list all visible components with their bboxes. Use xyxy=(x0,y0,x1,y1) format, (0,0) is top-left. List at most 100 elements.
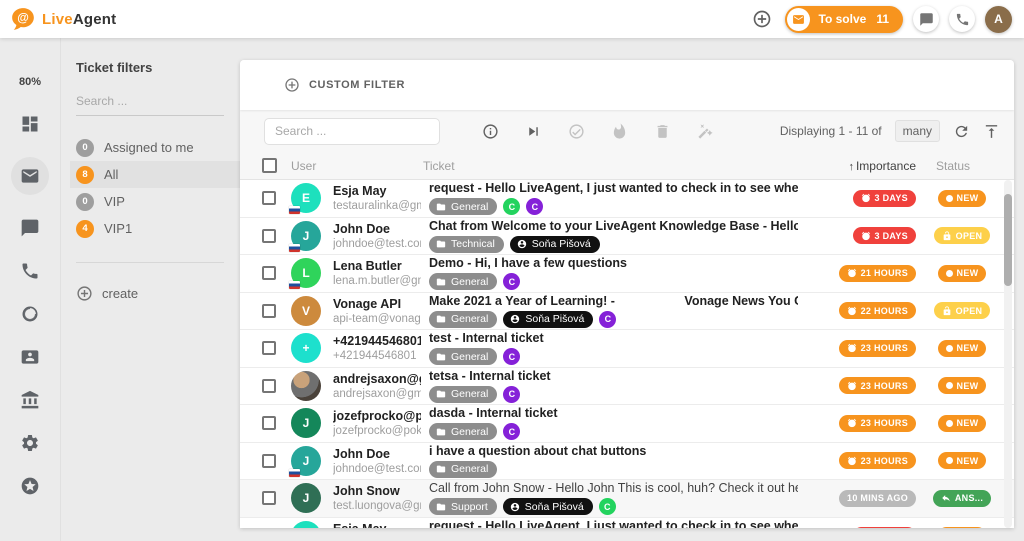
filter-item-assigned-to-me[interactable]: 0 Assigned to me xyxy=(70,134,240,161)
ticket-subject[interactable]: dasda - Internal ticket xyxy=(429,406,798,420)
ticket-row[interactable]: J John Snow test.luongova@gmail... Call … xyxy=(240,480,1014,518)
row-checkbox[interactable] xyxy=(262,454,276,468)
agent-tag: Soňa Pišová xyxy=(503,498,593,515)
sidebar-item-upgrade[interactable] xyxy=(11,476,49,496)
refresh-button[interactable] xyxy=(953,123,970,140)
ticket-row[interactable]: andrejsaxon@gmail.c... andrejsaxon@gmail… xyxy=(240,368,1014,406)
ticket-subject[interactable]: tetsa - Internal ticket xyxy=(429,369,798,383)
agent-avatar[interactable]: A xyxy=(985,6,1012,33)
importance-badge: 23 HOURS xyxy=(839,377,916,394)
avatar: J xyxy=(291,221,321,251)
mark-resolved-button[interactable] xyxy=(568,123,585,140)
custom-filter-button[interactable]: CUSTOM FILTER xyxy=(309,79,405,91)
row-checkbox[interactable] xyxy=(262,416,276,430)
scrollbar-thumb[interactable] xyxy=(1004,194,1012,286)
left-nav-rail: 80% xyxy=(0,38,61,541)
avatar-initial: J xyxy=(303,454,310,468)
user-name: andrejsaxon@gmail.c... xyxy=(333,372,421,386)
code-badge: C xyxy=(503,423,520,440)
sidebar-item-dashboard[interactable] xyxy=(11,114,49,134)
add-button[interactable] xyxy=(749,6,775,32)
department-tag: General xyxy=(429,348,497,365)
ticket-tags: TechnicalSoňa Pišová xyxy=(429,236,798,253)
row-checkbox[interactable] xyxy=(262,229,276,243)
user-email: test.luongova@gmail... xyxy=(333,500,421,512)
country-flag-icon xyxy=(289,469,300,477)
dashboard-icon xyxy=(20,114,40,134)
filter-item-vip[interactable]: 0 VIP xyxy=(70,188,240,215)
ticket-row[interactable]: J jozefprocko@pokusa.... jozefprocko@pok… xyxy=(240,405,1014,443)
liveagent-logo: @ LiveAgent xyxy=(10,6,116,32)
plus-circle-icon xyxy=(76,285,93,302)
row-checkbox[interactable] xyxy=(262,379,276,393)
chats-button[interactable] xyxy=(913,6,939,32)
spam-button[interactable] xyxy=(611,123,628,140)
ticket-subject[interactable]: Call from John Snow - Hello John This is… xyxy=(429,481,798,495)
avatar-initial: J xyxy=(303,491,310,505)
avatar-initial: L xyxy=(302,266,309,280)
filters-title: Ticket filters xyxy=(76,60,224,75)
ticket-subject[interactable]: Chat from Welcome to your LiveAgent Know… xyxy=(429,219,798,233)
row-checkbox[interactable] xyxy=(262,491,276,505)
ticket-subject[interactable]: test - Internal ticket xyxy=(429,331,798,345)
code-badge: C xyxy=(503,273,520,290)
ticket-row[interactable]: J John Doe johndoe@test.com Chat from We… xyxy=(240,218,1014,256)
usage-percent: 80% xyxy=(19,76,41,88)
calls-button[interactable] xyxy=(949,6,975,32)
filter-search-input[interactable] xyxy=(76,88,224,116)
column-header-user[interactable]: User xyxy=(291,159,423,173)
logo-bubble-icon: @ xyxy=(10,6,36,32)
ticket-tags: GeneralC xyxy=(429,348,798,365)
to-solve-button[interactable]: To solve 11 xyxy=(785,6,903,33)
sidebar-item-settings[interactable] xyxy=(11,433,49,453)
list-scrollbar[interactable] xyxy=(1004,180,1012,528)
sidebar-item-reports[interactable] xyxy=(11,304,49,324)
importance-badge: 3 DAYS xyxy=(853,190,917,207)
sidebar-item-contacts[interactable] xyxy=(11,347,49,367)
sidebar-item-tickets[interactable] xyxy=(11,157,49,195)
column-header-status[interactable]: Status xyxy=(916,159,1002,173)
user-email: testauralinka@gmail.c... xyxy=(333,200,421,212)
gear-icon xyxy=(20,433,40,453)
ticket-row[interactable]: E Esja May testauralinka@gmail.c... requ… xyxy=(240,180,1014,218)
country-flag-icon xyxy=(289,206,300,214)
info-button[interactable] xyxy=(482,123,499,140)
ticket-row[interactable]: J John Doe johndoe@test.com i have a que… xyxy=(240,443,1014,481)
ticket-row[interactable]: + +421944546801 +421944546801 test - Int… xyxy=(240,330,1014,368)
column-header-ticket[interactable]: Ticket xyxy=(423,159,798,173)
user-email: jozefprocko@pokusa.... xyxy=(333,425,421,437)
row-checkbox[interactable] xyxy=(262,341,276,355)
code-badge: C xyxy=(503,198,520,215)
filter-label: VIP1 xyxy=(104,221,132,236)
ticket-search-input[interactable] xyxy=(264,118,440,145)
page-size-selector[interactable]: many xyxy=(895,120,940,142)
sort-ascending-icon: ↑ xyxy=(848,161,854,173)
sidebar-item-academy[interactable] xyxy=(11,390,49,410)
row-checkbox[interactable] xyxy=(262,191,276,205)
sidebar-item-calls[interactable] xyxy=(11,261,49,281)
create-filter-button[interactable]: create xyxy=(76,285,224,302)
merge-button[interactable] xyxy=(697,123,714,140)
ticket-row[interactable]: E Esja May testauralinka@gmail.c... requ… xyxy=(240,518,1014,529)
row-checkbox[interactable] xyxy=(262,304,276,318)
column-header-importance[interactable]: ↑Importance xyxy=(798,159,916,173)
avatar-initial: + xyxy=(302,341,309,355)
row-checkbox[interactable] xyxy=(262,266,276,280)
ticket-subject[interactable]: Make 2021 a Year of Learning! - Vonage N… xyxy=(429,294,798,308)
ticket-subject[interactable]: request - Hello LiveAgent, I just wanted… xyxy=(429,181,798,195)
ticket-subject[interactable]: i have a question about chat buttons xyxy=(429,444,798,458)
ticket-row[interactable]: L Lena Butler lena.m.butler@gmail.... De… xyxy=(240,255,1014,293)
user-name: Esja May xyxy=(333,522,421,528)
resolve-next-button[interactable] xyxy=(525,123,542,140)
collapse-button[interactable] xyxy=(983,123,1000,140)
ticket-tags: SupportSoňa PišováC xyxy=(429,498,798,515)
ticket-subject[interactable]: request - Hello LiveAgent, I just wanted… xyxy=(429,519,798,528)
ticket-subject[interactable]: Demo - Hi, I have a few questions xyxy=(429,256,798,270)
filter-item-vip1[interactable]: 4 VIP1 xyxy=(70,215,240,242)
sidebar-item-chats[interactable] xyxy=(11,218,49,238)
select-all-checkbox[interactable] xyxy=(262,158,277,173)
status-badge: NEW xyxy=(938,265,987,282)
ticket-row[interactable]: V Vonage API api-team@vonage.com Make 20… xyxy=(240,293,1014,331)
filter-item-all[interactable]: 8 All xyxy=(70,161,240,188)
delete-button[interactable] xyxy=(654,123,671,140)
